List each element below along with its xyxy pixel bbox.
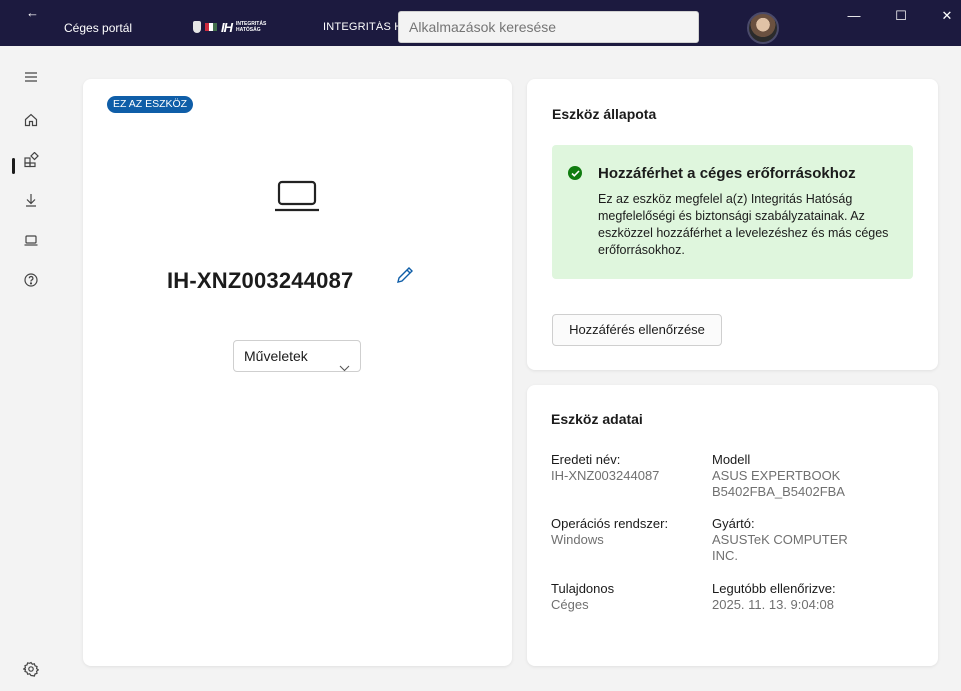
crest-icon <box>193 21 201 33</box>
active-indicator <box>12 158 15 174</box>
manufacturer-field: Gyártó: ASUSTeK COMPUTER INC. <box>712 516 848 563</box>
chevron-down-icon <box>339 352 350 382</box>
user-avatar[interactable] <box>747 12 779 44</box>
edit-pencil-icon[interactable] <box>395 265 415 290</box>
status-description: Ez az eszköz megfelel a(z) Integritás Ha… <box>598 192 889 257</box>
minimize-icon[interactable]: — <box>844 8 864 24</box>
app-name: Céges portál <box>64 21 133 35</box>
status-card-title: Eszköz állapota <box>552 106 657 122</box>
actions-dropdown-label: Műveletek <box>244 348 308 364</box>
compliance-status-box: Hozzáférhet a céges erőforrásokhoz Ez az… <box>552 145 913 279</box>
organization-name: INTEGRITÁS HATÓSÁG <box>323 21 399 33</box>
check-access-button[interactable]: Hozzáférés ellenőrzése <box>552 314 722 346</box>
os-field: Operációs rendszer: Windows <box>551 516 669 547</box>
owner-field: Tulajdonos Céges <box>551 581 615 612</box>
logo-text: INTEGRITÁS HATÓSÁG <box>236 21 267 33</box>
help-icon[interactable] <box>20 269 42 291</box>
laptop-icon <box>274 177 320 220</box>
organization-logo: IH INTEGRITÁS HATÓSÁG <box>193 19 267 35</box>
download-icon[interactable] <box>20 189 42 211</box>
home-icon[interactable] <box>20 109 42 131</box>
device-card: EZ AZ ESZKÖZ IH-XNZ003244087 Műveletek <box>83 79 512 666</box>
app-search-input[interactable] <box>398 11 699 43</box>
flag-icon <box>205 23 217 31</box>
last-checked-field: Legutóbb ellenőrizve: 2025. 11. 13. 9:04… <box>712 581 836 612</box>
original-name-field: Eredeti név: IH-XNZ003244087 <box>551 452 660 483</box>
status-heading: Hozzáférhet a céges erőforrásokhoz <box>598 165 856 182</box>
device-icon[interactable] <box>20 229 42 251</box>
device-name: IH-XNZ003244087 <box>167 268 354 293</box>
details-card-title: Eszköz adatai <box>551 411 643 427</box>
menu-icon[interactable] <box>20 66 42 88</box>
model-field: Modell ASUS EXPERTBOOK B5402FBA_B5402FBA <box>712 452 845 499</box>
title-bar: ← Céges portál IH INTEGRITÁS HATÓSÁG INT… <box>0 0 961 46</box>
logo-mark: IH <box>221 19 233 35</box>
settings-icon[interactable] <box>20 658 42 680</box>
maximize-icon[interactable]: ☐ <box>891 8 911 24</box>
actions-dropdown[interactable]: Műveletek <box>233 340 361 372</box>
apps-icon[interactable] <box>20 149 42 171</box>
device-details-card: Eszköz adatai Eredeti név: IH-XNZ0032440… <box>527 385 938 666</box>
navigation-rail <box>0 46 58 691</box>
this-device-badge: EZ AZ ESZKÖZ <box>107 96 194 113</box>
device-status-card: Eszköz állapota Hozzáférhet a céges erőf… <box>527 79 938 370</box>
check-circle-icon <box>568 166 582 180</box>
close-icon[interactable]: ✕ <box>937 8 957 24</box>
back-arrow-icon[interactable]: ← <box>26 6 40 20</box>
